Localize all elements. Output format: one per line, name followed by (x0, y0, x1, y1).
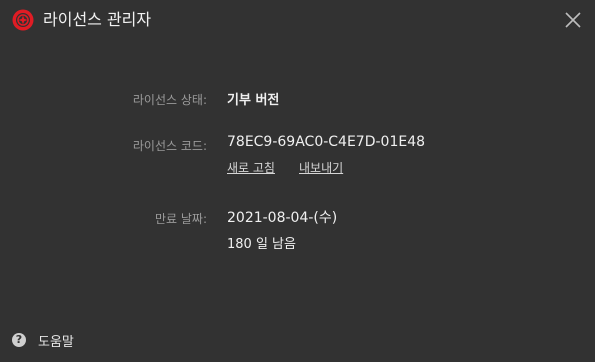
expiry-date-value: 2021-08-04-(수) (227, 210, 338, 226)
close-icon[interactable] (561, 8, 585, 32)
license-manager-window: 라이선스 관리자 라이선스 상태: 기부 버전 라이선스 코드: 78EC9-6… (0, 0, 595, 362)
help-button[interactable]: ? 도움말 (12, 330, 74, 350)
expiry-date-label: 만료 날짜: (154, 212, 207, 226)
window-title: 라이선스 관리자 (43, 10, 152, 29)
help-icon: ? (12, 333, 26, 347)
title-bar: 라이선스 관리자 (0, 0, 595, 40)
days-remaining-value: 180 일 남음 (227, 237, 296, 252)
app-logo-icon (12, 9, 34, 31)
license-status-label: 라이선스 상태: (132, 93, 207, 107)
refresh-link[interactable]: 새로 고침 (227, 159, 275, 176)
help-label: 도움말 (38, 334, 74, 350)
export-link[interactable]: 내보내기 (299, 159, 343, 176)
license-code-value: 78EC9-69AC0-C4E7D-01E48 (227, 134, 426, 150)
license-code-label: 라이선스 코드: (132, 139, 207, 153)
license-status-value: 기부 버전 (227, 93, 280, 108)
